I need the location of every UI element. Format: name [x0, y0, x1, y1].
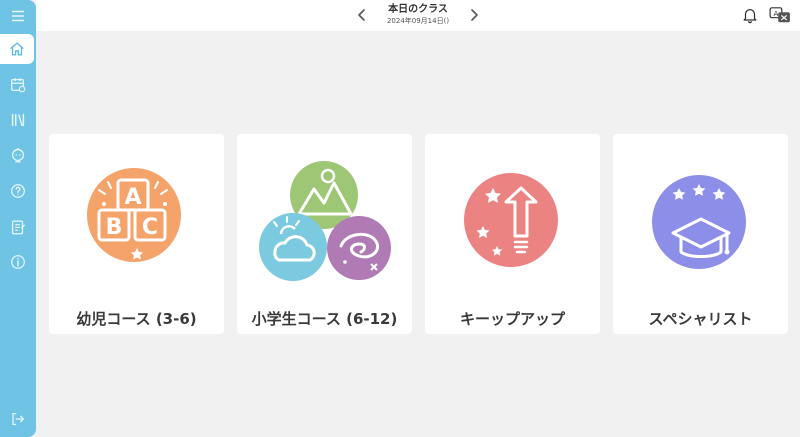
books-icon — [11, 113, 25, 127]
course-card-specialist[interactable]: スペシャリスト — [613, 134, 788, 334]
sidebar-item-home[interactable] — [0, 34, 34, 64]
course-label: 幼児コース (3-6) — [76, 310, 197, 328]
next-day-button[interactable] — [463, 4, 485, 26]
course-card-kids[interactable]: A B C 幼児コース (3-6) — [49, 134, 224, 334]
svg-text:A: A — [773, 9, 778, 18]
course-label: スペシャリスト — [648, 310, 753, 328]
translate-icon: A — [769, 7, 790, 23]
course-label: 小学生コース (6-12) — [251, 310, 398, 328]
header-title-group: 本日のクラス 2024年09月14日() — [356, 4, 480, 26]
course-label: キーップアップ — [459, 310, 565, 328]
info-icon — [11, 255, 25, 269]
svg-text:C: C — [142, 215, 158, 240]
course-card-keepup[interactable]: キーップアップ — [425, 134, 600, 334]
sidebar-item-logout[interactable] — [0, 404, 36, 434]
home-icon — [10, 42, 24, 56]
notification-button[interactable] — [739, 5, 761, 25]
sidebar-item-clipboard[interactable] — [0, 212, 36, 242]
svg-text:A: A — [124, 185, 141, 210]
page-title: 本日のクラス — [388, 4, 448, 15]
graduation-cap-icon — [652, 175, 746, 269]
help-icon — [11, 184, 25, 198]
svg-text:B: B — [106, 215, 123, 240]
menu-button[interactable] — [0, 1, 36, 31]
sidebar-item-student[interactable] — [0, 140, 36, 170]
star-arrow-up-icon — [464, 173, 558, 267]
language-button[interactable]: A — [767, 5, 793, 25]
calendar-icon — [11, 78, 26, 93]
menu-icon — [11, 10, 25, 22]
top-bar: 本日のクラス 2024年09月14日() A — [36, 0, 800, 31]
sidebar — [0, 0, 36, 437]
date-label: 2024年09月14日() — [386, 17, 450, 25]
logout-icon — [12, 412, 25, 426]
abc-blocks-icon: A B C — [87, 168, 181, 262]
mountain-weather-galaxy-icon — [259, 161, 391, 281]
sidebar-item-info[interactable] — [0, 247, 36, 277]
chevron-right-icon — [471, 9, 478, 21]
sidebar-item-calendar[interactable] — [0, 70, 36, 100]
student-icon — [11, 147, 25, 163]
course-card-elementary[interactable]: 小学生コース (6-12) — [237, 134, 412, 334]
clipboard-icon — [11, 220, 25, 235]
sidebar-item-books[interactable] — [0, 105, 36, 135]
bell-icon — [743, 8, 757, 24]
sidebar-item-help[interactable] — [0, 176, 36, 206]
